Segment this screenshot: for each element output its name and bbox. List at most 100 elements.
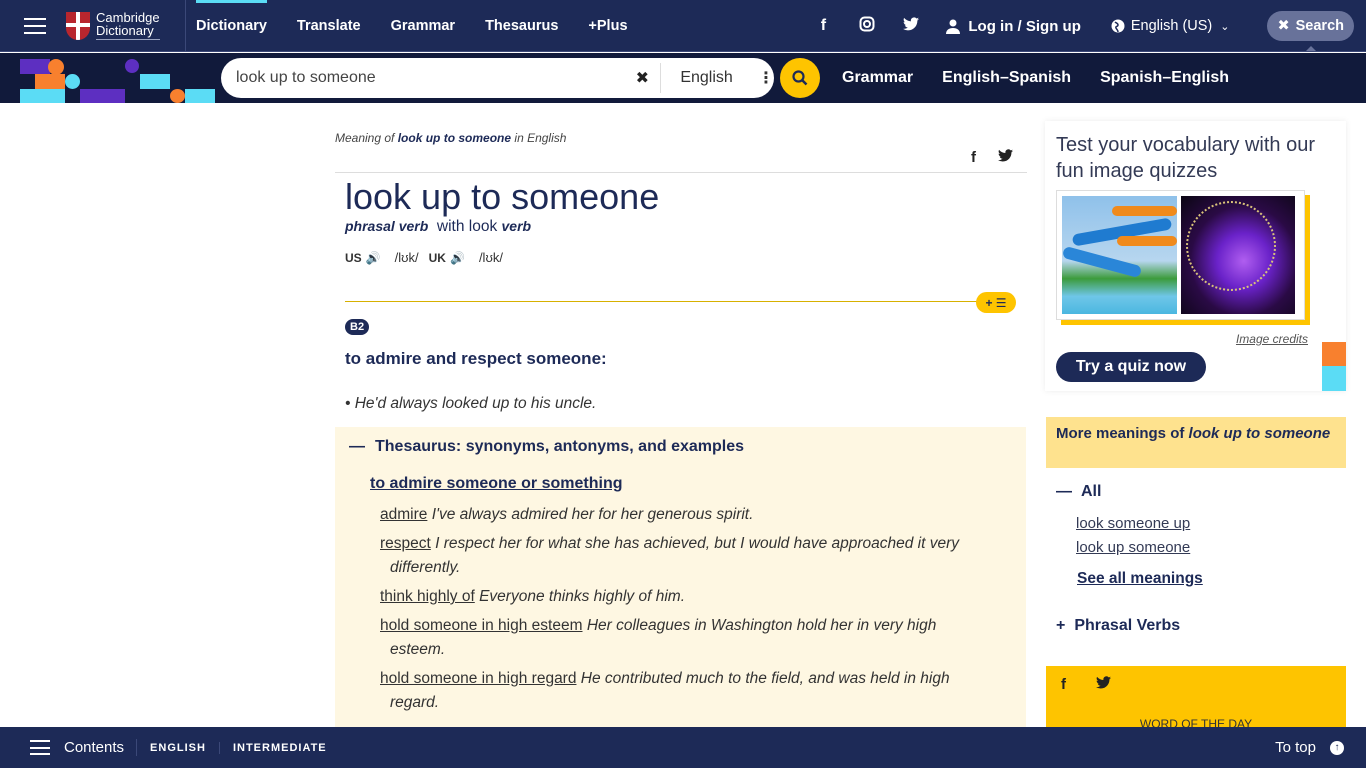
top-header: Cambridge Dictionary Dictionary Translat… (0, 0, 1366, 52)
quiz-images[interactable] (1056, 190, 1305, 320)
chevron-down-icon: ⌄ (1220, 20, 1230, 33)
nav-thesaurus[interactable]: Thesaurus (485, 0, 558, 52)
uk-audio-speaker-icon[interactable]: 🔊 (450, 251, 465, 265)
language-label: English (US) (1130, 18, 1213, 34)
phrasal-verbs-toggle[interactable]: + Phrasal Verbs (1056, 617, 1180, 635)
waterslide-image (1062, 196, 1177, 314)
login-label: Log in / Sign up (968, 17, 1081, 35)
thesaurus-item: think highly of Everyone thinks highly o… (380, 588, 685, 605)
contents-button[interactable]: Contents (64, 739, 138, 756)
search-submit-button[interactable] (780, 58, 820, 98)
try-quiz-button[interactable]: Try a quiz now (1056, 352, 1206, 382)
thesaurus-toggle[interactable]: — Thesaurus: synonyms, antonyms, and exam… (349, 438, 744, 456)
search-box: ✖ English ⋮ (221, 58, 774, 98)
language-selector[interactable]: English (US) ⌄ (1111, 18, 1230, 34)
twitter-icon[interactable] (902, 16, 920, 36)
globe-icon (1111, 19, 1125, 33)
user-icon (946, 19, 961, 34)
facebook-icon[interactable]: f (1061, 676, 1066, 693)
sense-divider (345, 301, 995, 302)
us-ipa: /lʊk/ (394, 250, 419, 265)
search-input[interactable] (236, 69, 615, 87)
divider (335, 172, 1027, 173)
tag-english[interactable]: ENGLISH (137, 741, 220, 754)
uk-label: UK (428, 250, 446, 265)
definition: to admire and respect someone: (345, 349, 607, 368)
nav-plus[interactable]: +Plus (588, 0, 627, 52)
thesaurus-item: admire I've always admired her for her g… (380, 506, 754, 523)
twitter-icon[interactable] (1096, 676, 1111, 693)
collapse-icon: — (349, 438, 365, 455)
more-options-icon[interactable]: ⋮ (758, 68, 774, 88)
thesaurus-item: respect I respect her for what she has a… (380, 535, 960, 576)
menu-button[interactable] (24, 17, 46, 34)
us-label: US (345, 250, 362, 265)
arrow-up-circle-icon: ↑ (1330, 740, 1344, 755)
instagram-icon[interactable] (858, 16, 876, 37)
part-of-speech: phrasal verb with look verb (345, 218, 532, 235)
login-link[interactable]: Log in / Sign up (946, 17, 1081, 35)
more-meanings-header: More meanings of look up to someone (1046, 417, 1346, 468)
contents-menu-icon[interactable] (30, 740, 50, 755)
dictionary-select[interactable]: English (680, 69, 750, 87)
decorative-shapes (0, 53, 220, 103)
see-all-meanings-link[interactable]: See all meanings (1077, 570, 1203, 588)
meaning-link[interactable]: look up someone (1076, 539, 1190, 556)
headword: look up to someone (345, 176, 660, 217)
meaning-breadcrumb: Meaning of look up to someone in English (335, 131, 567, 145)
main-nav: Dictionary Translate Grammar Thesaurus +… (196, 0, 658, 52)
example-sentence: • He'd always looked up to his uncle. (345, 395, 597, 412)
synonym-link[interactable]: admire (380, 506, 427, 523)
facebook-icon[interactable]: f (814, 17, 832, 35)
synonym-link[interactable]: think highly of (380, 588, 475, 605)
quiz-promo-card: Test your vocabulary with our fun image … (1045, 121, 1346, 391)
meaning-link[interactable]: look someone up (1076, 515, 1190, 532)
cambridge-logo[interactable]: Cambridge Dictionary (66, 0, 186, 52)
to-top-button[interactable]: To top ↑ (1275, 727, 1344, 768)
thesaurus-item: hold someone in high regard He contribut… (380, 670, 950, 711)
nav-dictionary[interactable]: Dictionary (196, 0, 267, 52)
cefr-level-badge: B2 (345, 319, 370, 335)
thesaurus-item: hold someone in high esteem Her colleagu… (380, 617, 937, 658)
pronunciation: US 🔊 /lʊk/ UK 🔊 /lʊk/ (345, 250, 503, 265)
nav-translate[interactable]: Translate (297, 0, 361, 52)
share-buttons: f (949, 149, 1013, 166)
share-facebook-icon[interactable]: f (971, 149, 976, 166)
clear-search-icon[interactable]: ✖ (632, 68, 652, 88)
to-top-label: To top (1275, 739, 1316, 756)
us-audio-speaker-icon[interactable]: 🔊 (366, 251, 381, 265)
tag-intermediate[interactable]: INTERMEDIATE (220, 742, 340, 754)
decorative-block (1322, 342, 1346, 366)
close-icon: ✖ (1277, 18, 1290, 34)
synonym-link[interactable]: respect (380, 535, 431, 552)
expand-icon: + (1056, 617, 1066, 634)
all-meanings-toggle[interactable]: — All (1056, 483, 1101, 501)
divider (660, 63, 662, 93)
quiz-title: Test your vocabulary with our fun image … (1056, 134, 1316, 182)
synonym-link[interactable]: hold someone in high regard (380, 670, 576, 687)
link-english-spanish[interactable]: English–Spanish (942, 69, 1071, 87)
synonym-link[interactable]: hold someone in high esteem (380, 617, 583, 634)
search-bar: ✖ English ⋮ Grammar English–Spanish Span… (0, 53, 1366, 103)
add-to-word-list-button[interactable]: + ☰ (976, 292, 1016, 313)
share-twitter-icon[interactable] (998, 149, 1013, 166)
quick-links: Grammar English–Spanish Spanish–English (842, 53, 1258, 103)
thesaurus-panel: — Thesaurus: synonyms, antonyms, and exam… (335, 427, 1026, 727)
image-credits-link[interactable]: Image credits (1236, 332, 1308, 346)
search-icon (792, 70, 808, 86)
search-toggle-label: Search (1295, 18, 1344, 34)
entry-main: Meaning of look up to someone in English… (335, 103, 1027, 727)
word-of-the-day-card: f WORD OF THE DAY (1046, 666, 1346, 736)
shield-icon (66, 11, 90, 40)
nav-grammar[interactable]: Grammar (391, 0, 455, 52)
search-toggle-button[interactable]: ✖ Search (1267, 11, 1354, 51)
link-spanish-english[interactable]: Spanish–English (1100, 69, 1229, 87)
bottom-bar: Contents ENGLISH INTERMEDIATE To top ↑ (0, 727, 1366, 768)
logo-line2: Dictionary (96, 24, 160, 40)
uk-ipa: /lʊk/ (478, 250, 503, 265)
fairground-ride-image (1180, 196, 1295, 314)
link-grammar[interactable]: Grammar (842, 69, 913, 87)
thesaurus-subheading-link[interactable]: to admire someone or something (370, 475, 622, 493)
collapse-icon: — (1056, 483, 1072, 500)
decorative-block (1322, 366, 1346, 391)
